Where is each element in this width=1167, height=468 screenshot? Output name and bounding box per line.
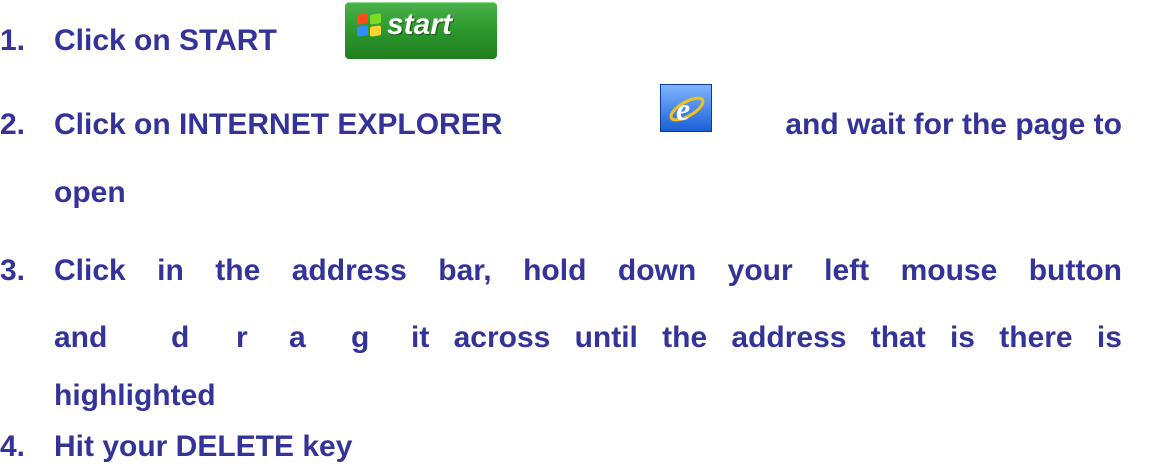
word: address <box>291 254 407 287</box>
step-text-before: Click on INTERNET EXPLORER <box>54 108 503 141</box>
step-number: 3. <box>0 254 26 287</box>
word: there <box>999 321 1073 354</box>
step-3-and: and <box>54 321 108 354</box>
step-text-continuation: highlighted <box>54 379 216 412</box>
step-number: 4. <box>0 430 26 463</box>
start-button-label: start <box>387 8 453 41</box>
word: it <box>411 321 430 354</box>
windows-logo-icon <box>357 13 383 38</box>
step-text-after: and wait for the page to <box>785 108 1122 141</box>
word: Click <box>54 254 126 287</box>
word: is <box>1096 321 1122 354</box>
word: address <box>731 321 847 354</box>
word: across <box>453 321 551 354</box>
word: bar, <box>438 254 492 287</box>
word: in <box>157 254 184 287</box>
svg-text:e: e <box>676 91 690 127</box>
drag-letter-a: a <box>289 321 306 354</box>
step-text: Click on START <box>54 24 277 57</box>
step-number: 2. <box>0 108 26 141</box>
word: left <box>824 254 870 287</box>
word: your <box>727 254 793 287</box>
start-button-icon: start <box>345 2 497 59</box>
word: mouse <box>900 254 998 287</box>
step-text-continuation: open <box>54 176 126 209</box>
step-text: Hit your DELETE key <box>54 430 353 463</box>
step-3-line-2-rest: it across until the address that is ther… <box>411 321 1122 355</box>
drag-letter-r: r <box>236 321 248 354</box>
word: that <box>870 321 926 354</box>
word: hold <box>523 254 587 287</box>
word: the <box>215 254 261 287</box>
word: is <box>949 321 975 354</box>
step-3-line-1: Click in the address bar, hold down your… <box>54 254 1122 288</box>
drag-letter-g: g <box>351 321 370 354</box>
drag-letter-d: d <box>171 321 190 354</box>
word: until <box>574 321 638 354</box>
word: button <box>1028 254 1122 287</box>
word: down <box>617 254 697 287</box>
word: the <box>662 321 708 354</box>
internet-explorer-icon: e <box>660 84 712 132</box>
instructions-page: 1. Click on START start 2. Click on INTE… <box>0 0 1167 468</box>
step-number: 1. <box>0 24 26 57</box>
